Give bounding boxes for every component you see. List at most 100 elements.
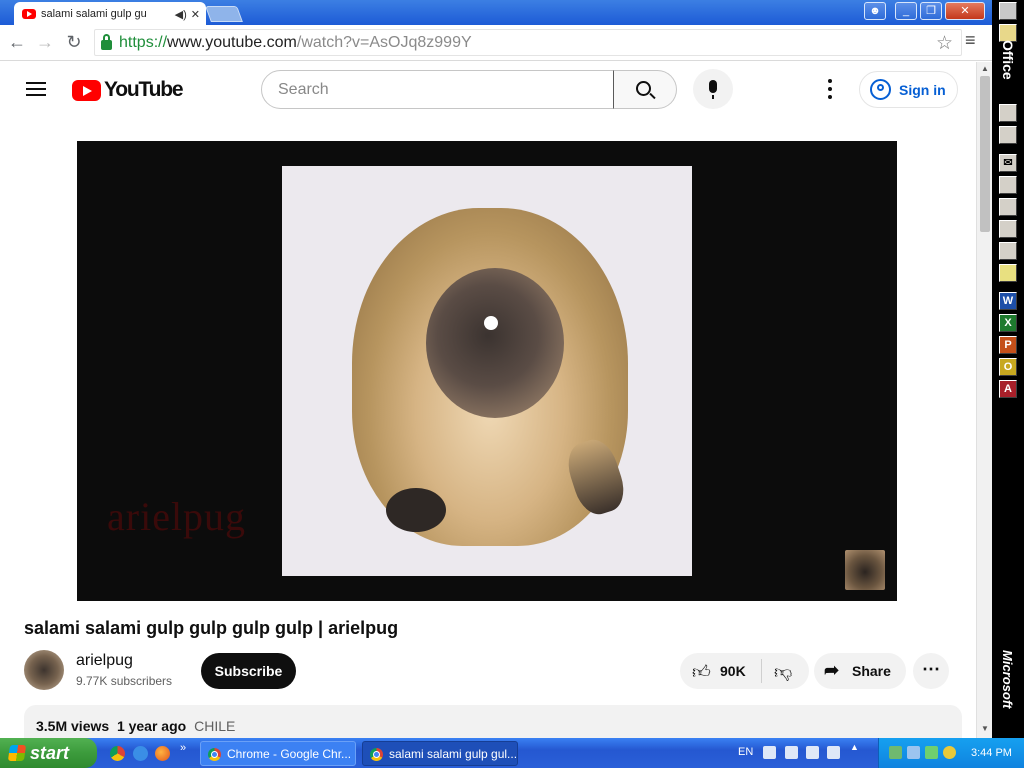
network-icon[interactable] bbox=[889, 746, 902, 759]
calendar-icon[interactable] bbox=[999, 176, 1017, 194]
clock[interactable]: 3:44 PM bbox=[971, 747, 1012, 759]
thumbs-down-icon[interactable]: 👎︎ bbox=[774, 661, 792, 683]
new-tab-button[interactable] bbox=[205, 6, 243, 22]
sign-in-label: Sign in bbox=[899, 81, 946, 98]
task-icon[interactable] bbox=[999, 198, 1017, 216]
location-tag[interactable]: CHILE bbox=[194, 718, 235, 734]
mail-icon[interactable]: ✉ bbox=[999, 154, 1017, 172]
keyboard-icon[interactable] bbox=[763, 746, 776, 759]
sign-in-button[interactable]: Sign in bbox=[859, 71, 958, 108]
tab-close-icon[interactable]: ✕ bbox=[191, 8, 200, 21]
forward-arrow-icon[interactable]: → bbox=[32, 29, 58, 55]
note-icon[interactable] bbox=[999, 264, 1017, 282]
close-window-button[interactable]: ✕ bbox=[945, 2, 985, 20]
language-options-icon[interactable]: ▲ bbox=[850, 742, 859, 752]
powerpoint-icon[interactable]: P bbox=[999, 336, 1017, 354]
chrome-quicklaunch-icon[interactable] bbox=[110, 746, 125, 761]
speaker-icon[interactable]: ◀) bbox=[175, 8, 187, 21]
microphone-icon bbox=[709, 80, 717, 93]
access-icon[interactable]: A bbox=[999, 380, 1017, 398]
channel-name[interactable]: arielpug bbox=[76, 652, 133, 670]
youtube-page: YouTube Search Sign in arielpug salami s… bbox=[0, 62, 976, 738]
voice-search-button[interactable] bbox=[693, 69, 733, 109]
url-scheme: https:// bbox=[119, 33, 168, 51]
quicklaunch-expand-icon[interactable]: » bbox=[180, 742, 186, 754]
scroll-thumb[interactable] bbox=[980, 76, 990, 232]
taskbar-item-youtube[interactable]: salami salami gulp gul... bbox=[362, 741, 518, 766]
browser-menu-icon[interactable]: ≡ bbox=[965, 30, 976, 51]
upload-age: 1 year ago bbox=[116, 718, 187, 734]
journal-icon[interactable] bbox=[999, 242, 1017, 260]
start-button[interactable]: start bbox=[0, 738, 97, 768]
channel-avatar[interactable] bbox=[24, 650, 64, 690]
like-dislike-group: 👍︎ 90K 👎︎ bbox=[680, 653, 809, 689]
browser-titlebar: salami salami gulp gu ◀) ✕ ☻ _ ❐ ✕ bbox=[0, 0, 992, 26]
help-icon[interactable] bbox=[827, 746, 840, 759]
windows-flag-icon bbox=[7, 745, 27, 761]
scroll-down-icon[interactable]: ▼ bbox=[981, 724, 989, 733]
taskbar-item-label: Chrome - Google Chr... bbox=[227, 747, 352, 761]
reload-icon[interactable]: ↻ bbox=[61, 29, 87, 55]
tab-youtube[interactable]: salami salami gulp gu ◀) ✕ bbox=[14, 2, 206, 26]
restore-button[interactable]: ❐ bbox=[920, 2, 942, 20]
taskbar-item-label: salami salami gulp gul... bbox=[389, 747, 518, 761]
thumbs-up-icon[interactable]: 👍︎ bbox=[692, 661, 711, 683]
chrome-icon bbox=[370, 748, 383, 761]
browser-toolbar: ← → ↻ https:// www.youtube.com /watch?v=… bbox=[0, 25, 992, 61]
bookmark-star-icon[interactable]: ☆ bbox=[936, 32, 953, 55]
minimize-button[interactable]: _ bbox=[895, 2, 917, 20]
office-shortcut-bar: Office ✉ W X P O A Microsoft bbox=[992, 0, 1024, 738]
back-arrow-icon[interactable]: ← bbox=[4, 29, 30, 55]
search-input[interactable]: Search bbox=[261, 70, 614, 109]
taskbar-item-chrome[interactable]: Chrome - Google Chr... bbox=[200, 741, 356, 766]
firefox-quicklaunch-icon[interactable] bbox=[155, 746, 170, 761]
url-host: www.youtube.com bbox=[167, 33, 297, 51]
youtube-favicon-icon bbox=[22, 9, 36, 19]
system-tray: 3:44 PM bbox=[878, 738, 1024, 768]
language-indicator[interactable]: EN bbox=[738, 746, 753, 758]
microsoft-label: Microsoft bbox=[1000, 650, 1015, 709]
office-bar-label: Office bbox=[1000, 40, 1016, 80]
channel-watermark-thumbnail[interactable] bbox=[845, 550, 885, 590]
outlook-icon[interactable]: O bbox=[999, 358, 1017, 376]
video-watermark: arielpug bbox=[107, 494, 247, 539]
subscribe-button[interactable]: Subscribe bbox=[201, 653, 296, 689]
taskbar: start » Chrome - Google Chr... salami sa… bbox=[0, 738, 1024, 768]
youtube-play-logo-icon bbox=[72, 79, 101, 101]
page-scrollbar[interactable]: ▲ ▼ bbox=[976, 62, 992, 738]
ime-pad-icon[interactable] bbox=[806, 746, 819, 759]
new-document-icon[interactable] bbox=[999, 104, 1017, 122]
ie-quicklaunch-icon[interactable] bbox=[133, 746, 148, 761]
word-icon[interactable]: W bbox=[999, 292, 1017, 310]
more-actions-icon[interactable]: ⋯ bbox=[913, 653, 949, 689]
scroll-up-icon[interactable]: ▲ bbox=[981, 64, 989, 73]
menu-icon[interactable] bbox=[26, 82, 46, 96]
url-path: /watch?v=AsOJq8z999Y bbox=[296, 33, 472, 51]
share-button[interactable]: ➦ Share bbox=[814, 653, 906, 689]
settings-kebab-icon[interactable] bbox=[820, 79, 840, 99]
office-logo-icon[interactable] bbox=[999, 2, 1017, 20]
video-title: salami salami gulp gulp gulp gulp | arie… bbox=[24, 618, 399, 638]
youtube-logo-text: YouTube bbox=[104, 78, 184, 101]
lock-icon bbox=[101, 33, 112, 50]
description-box[interactable]: 3.5M views 1 year ago CHILE bbox=[24, 705, 962, 738]
profile-icon[interactable]: ☻ bbox=[864, 2, 886, 20]
address-bar[interactable]: https:// www.youtube.com /watch?v=AsOJq8… bbox=[94, 29, 962, 56]
search-tray-icon[interactable] bbox=[943, 746, 956, 759]
security-shield-icon[interactable] bbox=[925, 746, 938, 759]
pen-icon[interactable] bbox=[785, 746, 798, 759]
video-player[interactable]: arielpug bbox=[77, 141, 897, 601]
tab-title: salami salami gulp gu bbox=[41, 8, 147, 20]
subscriber-count: 9.77K subscribers bbox=[76, 674, 173, 688]
youtube-logo[interactable]: YouTube bbox=[72, 78, 184, 102]
like-count[interactable]: 90K bbox=[720, 663, 746, 679]
chrome-icon bbox=[208, 748, 221, 761]
view-count: 3.5M views bbox=[36, 718, 110, 734]
video-frame bbox=[282, 166, 692, 576]
share-arrow-icon: ➦ bbox=[824, 660, 840, 680]
contact-icon[interactable] bbox=[999, 220, 1017, 238]
search-button[interactable] bbox=[613, 70, 677, 109]
monitor-icon[interactable] bbox=[907, 746, 920, 759]
excel-icon[interactable]: X bbox=[999, 314, 1017, 332]
open-document-icon[interactable] bbox=[999, 126, 1017, 144]
